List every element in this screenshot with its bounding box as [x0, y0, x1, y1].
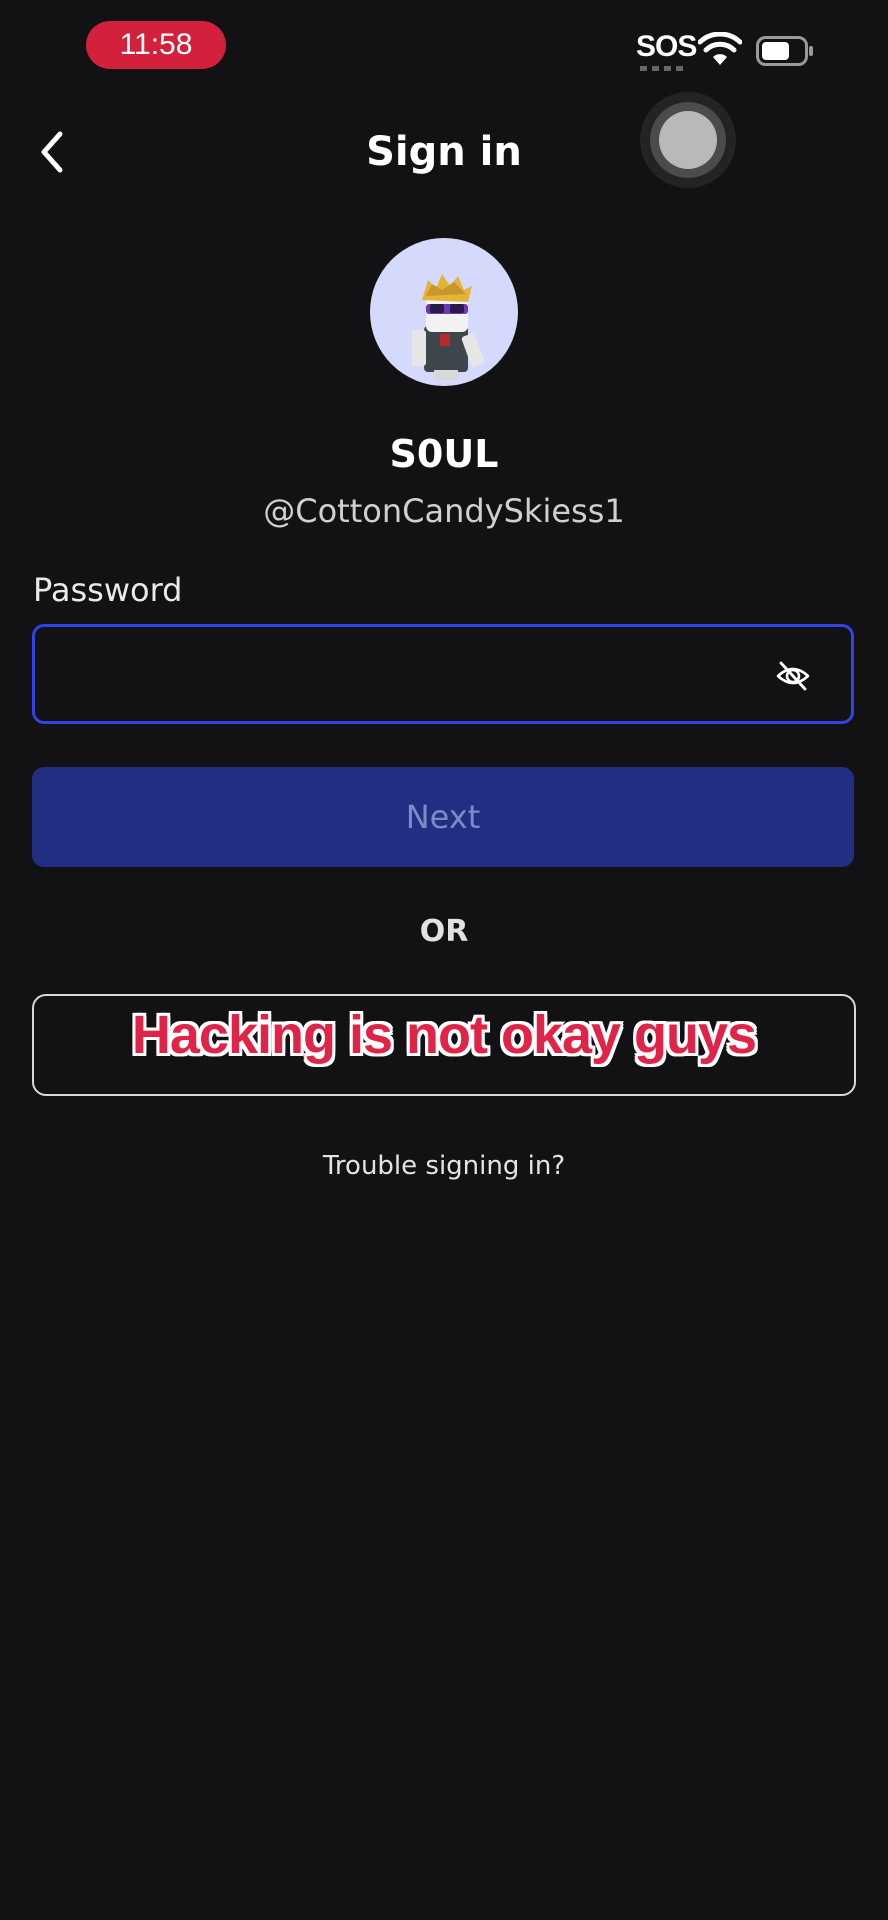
avatar-figure-icon — [412, 274, 485, 380]
display-name: S0UL — [389, 432, 499, 476]
or-divider: OR — [419, 914, 469, 949]
wifi-icon — [698, 32, 742, 65]
status-time[interactable]: 11:58 — [86, 21, 226, 69]
battery-icon — [756, 36, 813, 66]
status-bar: 11:58 SOS — [0, 0, 888, 90]
sos-indicator: SOS — [636, 30, 697, 63]
eye-off-icon[interactable] — [775, 658, 811, 694]
trouble-signing-in-link[interactable]: Trouble signing in? — [0, 1146, 888, 1186]
avatar — [370, 238, 518, 386]
signal-dots-icon — [640, 66, 686, 71]
password-input[interactable] — [32, 624, 854, 724]
username: @CottonCandySkiess1 — [263, 492, 625, 530]
password-label: Password — [33, 571, 183, 609]
page-title: Sign in — [366, 129, 522, 175]
next-button[interactable]: Next — [32, 767, 854, 867]
overlay-caption: Hacking is not okay guys — [131, 1005, 757, 1065]
